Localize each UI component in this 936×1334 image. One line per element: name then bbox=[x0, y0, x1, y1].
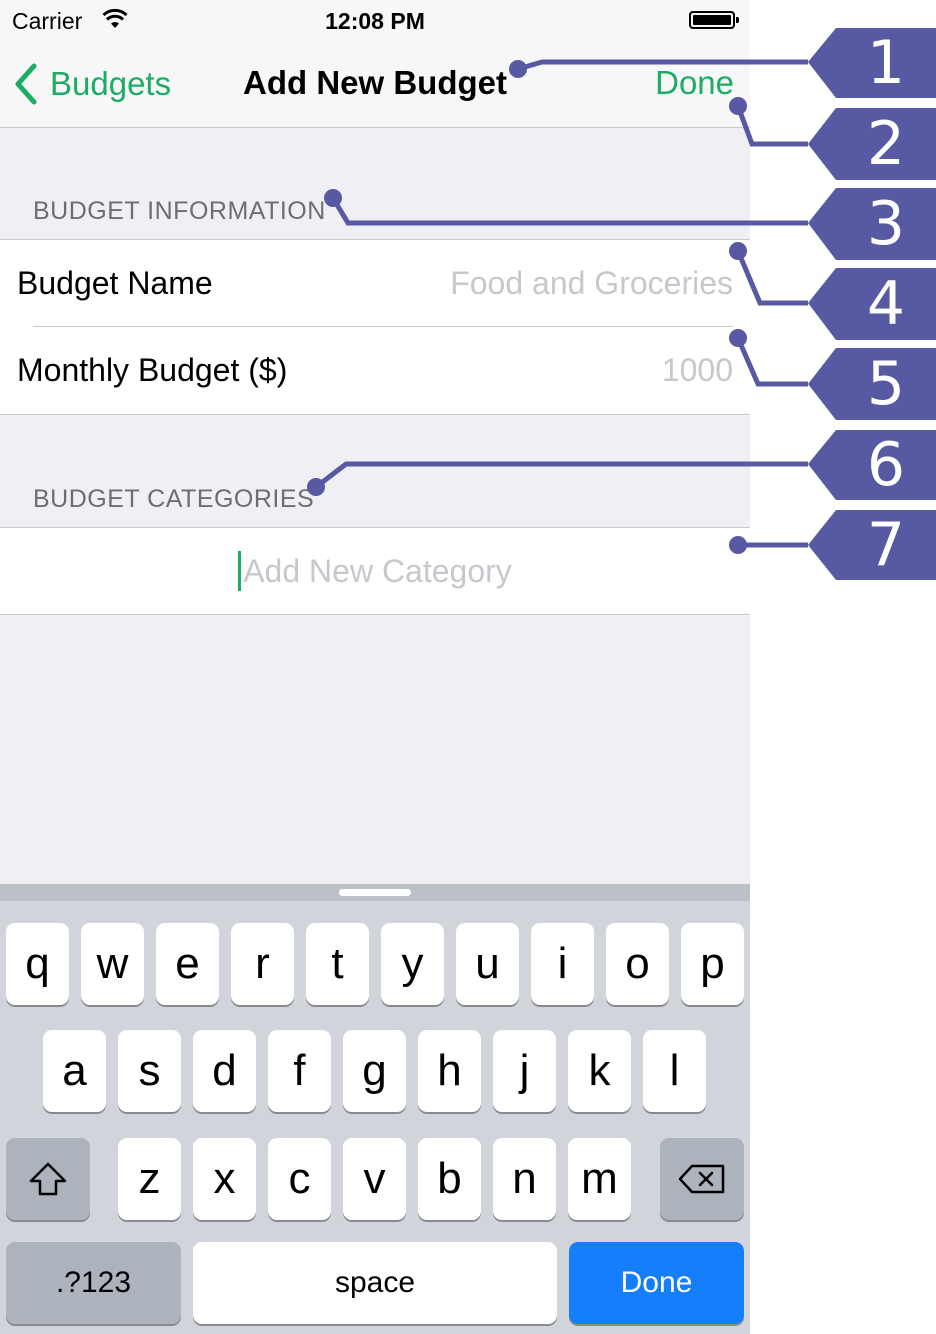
budget-name-input[interactable]: Food and Groceries bbox=[450, 265, 733, 302]
key-k[interactable]: k bbox=[568, 1030, 631, 1112]
budget-information-header: BUDGET INFORMATION bbox=[33, 197, 326, 225]
chevron-left-icon bbox=[15, 63, 37, 105]
key-g[interactable]: g bbox=[343, 1030, 406, 1112]
callout-3-label: 3 bbox=[866, 189, 906, 259]
phone-screen: Carrier 12:08 PM Budgets Add New Budget … bbox=[0, 0, 750, 1334]
budget-information-group: Budget Name Food and Groceries Monthly B… bbox=[0, 239, 750, 415]
keyboard: q w e r t y u i o p a s d f g h j k l z … bbox=[0, 884, 750, 1334]
key-h[interactable]: h bbox=[418, 1030, 481, 1112]
key-r[interactable]: r bbox=[231, 923, 294, 1005]
key-f[interactable]: f bbox=[268, 1030, 331, 1112]
key-t[interactable]: t bbox=[306, 923, 369, 1005]
add-category-field[interactable]: Add New Category bbox=[0, 528, 750, 614]
key-j[interactable]: j bbox=[493, 1030, 556, 1112]
shift-icon bbox=[29, 1162, 67, 1196]
key-s[interactable]: s bbox=[118, 1030, 181, 1112]
key-w[interactable]: w bbox=[81, 923, 144, 1005]
clock: 12:08 PM bbox=[325, 8, 425, 34]
key-n[interactable]: n bbox=[493, 1138, 556, 1220]
key-y[interactable]: y bbox=[381, 923, 444, 1005]
back-button[interactable]: Budgets bbox=[14, 62, 171, 106]
top-bar: Carrier 12:08 PM Budgets Add New Budget … bbox=[0, 0, 750, 128]
add-category-placeholder: Add New Category bbox=[243, 552, 512, 589]
key-a[interactable]: a bbox=[43, 1030, 106, 1112]
shift-key[interactable] bbox=[6, 1138, 90, 1220]
backspace-icon bbox=[678, 1164, 725, 1194]
delete-key[interactable] bbox=[660, 1138, 744, 1220]
keyboard-done-key[interactable]: Done bbox=[569, 1242, 744, 1324]
navigation-bar: Budgets Add New Budget Done bbox=[0, 40, 750, 128]
callout-4-label: 4 bbox=[866, 269, 906, 339]
monthly-budget-label: Monthly Budget ($) bbox=[17, 352, 288, 388]
space-key[interactable]: space bbox=[193, 1242, 557, 1324]
key-m[interactable]: m bbox=[568, 1138, 631, 1220]
key-u[interactable]: u bbox=[456, 923, 519, 1005]
back-button-label: Budgets bbox=[50, 65, 172, 102]
key-b[interactable]: b bbox=[418, 1138, 481, 1220]
key-v[interactable]: v bbox=[343, 1138, 406, 1220]
callout-2-label: 2 bbox=[866, 109, 906, 179]
key-i[interactable]: i bbox=[531, 923, 594, 1005]
monthly-budget-input[interactable]: 1000 bbox=[662, 352, 733, 389]
callout-7-label: 7 bbox=[866, 510, 906, 580]
key-c[interactable]: c bbox=[268, 1138, 331, 1220]
key-q[interactable]: q bbox=[6, 923, 69, 1005]
budget-name-row[interactable]: Budget Name Food and Groceries bbox=[0, 240, 750, 327]
budget-name-label: Budget Name bbox=[17, 265, 213, 301]
key-e[interactable]: e bbox=[156, 923, 219, 1005]
numbers-key[interactable]: .?123 bbox=[6, 1242, 181, 1324]
budget-categories-group: Add New Category bbox=[0, 527, 750, 615]
key-l[interactable]: l bbox=[643, 1030, 706, 1112]
key-d[interactable]: d bbox=[193, 1030, 256, 1112]
done-button[interactable]: Done bbox=[655, 64, 734, 102]
callout-1-label: 1 bbox=[866, 28, 906, 98]
text-cursor bbox=[238, 551, 242, 591]
key-o[interactable]: o bbox=[606, 923, 669, 1005]
key-z[interactable]: z bbox=[118, 1138, 181, 1220]
key-p[interactable]: p bbox=[681, 923, 744, 1005]
callout-5-label: 5 bbox=[866, 349, 906, 419]
monthly-budget-row[interactable]: Monthly Budget ($) 1000 bbox=[0, 327, 750, 414]
callout-6-label: 6 bbox=[866, 430, 906, 500]
status-bar: Carrier 12:08 PM bbox=[0, 0, 750, 40]
keyboard-handle[interactable] bbox=[0, 884, 750, 901]
battery-icon bbox=[689, 11, 739, 29]
key-x[interactable]: x bbox=[193, 1138, 256, 1220]
budget-categories-header: BUDGET CATEGORIES bbox=[33, 485, 315, 513]
